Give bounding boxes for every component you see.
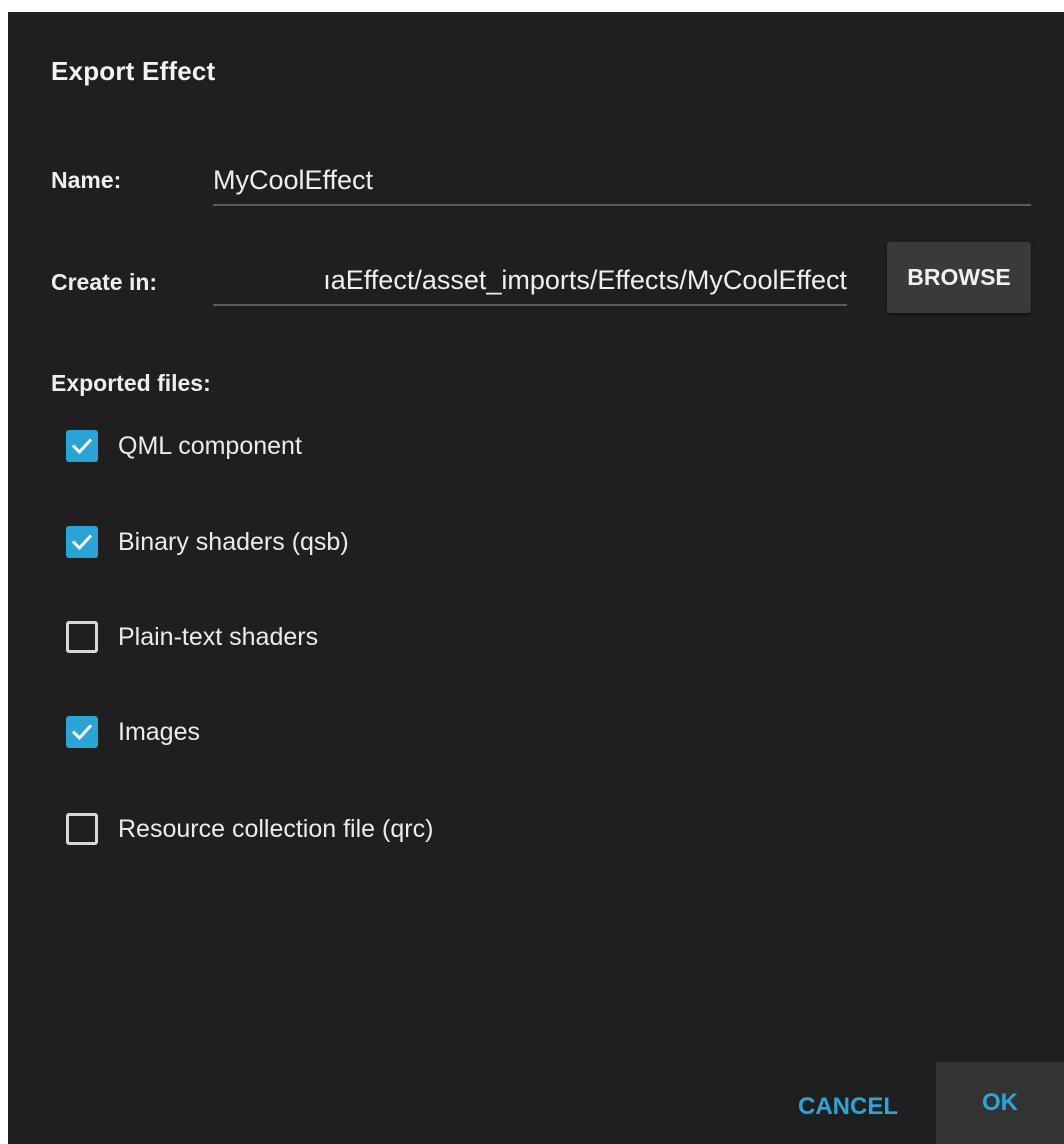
dialog-title: Export Effect [51,56,216,86]
ok-button[interactable]: OK [936,1062,1064,1144]
name-input-value: MyCoolEffect [213,165,374,195]
resource-collection-checkbox[interactable] [66,813,98,845]
qml-component-checkbox[interactable] [66,430,98,462]
qml-component-option[interactable]: QML component [66,426,302,466]
resource-collection-option[interactable]: Resource collection file (qrc) [66,809,433,849]
name-input[interactable]: MyCoolEffect [213,160,1031,206]
browse-button[interactable]: BROWSE [887,242,1031,313]
qml-component-label: QML component [118,431,302,460]
binary-shaders-checkbox[interactable] [66,526,98,558]
create-in-input[interactable]: ıaEffect/asset_imports/Effects/MyCoolEff… [213,260,847,306]
create-in-input-value: ıaEffect/asset_imports/Effects/MyCoolEff… [323,265,847,295]
create-in-label: Create in: [51,269,158,295]
checkmark-icon [71,438,93,455]
plain-text-shaders-label: Plain-text shaders [118,622,319,651]
export-effect-dialog: Export Effect Name: MyCoolEffect Create … [8,12,1064,1144]
plain-text-shaders-checkbox[interactable] [66,621,98,653]
images-option[interactable]: Images [66,712,200,752]
checkmark-icon [71,534,93,551]
binary-shaders-label: Binary shaders (qsb) [118,527,349,556]
exported-files-label: Exported files: [51,370,211,396]
plain-text-shaders-option[interactable]: Plain-text shaders [66,617,318,657]
images-label: Images [118,717,200,746]
images-checkbox[interactable] [66,716,98,748]
resource-collection-label: Resource collection file (qrc) [118,814,434,843]
checkmark-icon [71,724,93,741]
cancel-button[interactable]: CANCEL [783,1070,913,1144]
name-label: Name: [51,167,122,193]
binary-shaders-option[interactable]: Binary shaders (qsb) [66,522,349,562]
